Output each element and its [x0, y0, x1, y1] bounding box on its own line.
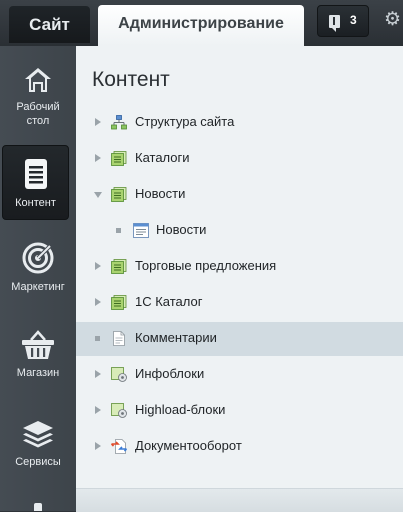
news-list-icon	[133, 223, 149, 238]
expand-arrow-icon[interactable]	[95, 370, 101, 378]
expand-arrow-icon[interactable]	[95, 442, 101, 450]
expand-arrow-icon[interactable]	[95, 298, 101, 306]
expand-arrow-icon[interactable]	[95, 262, 101, 270]
tree-item-comments[interactable]: Комментарии	[76, 322, 403, 356]
infoblock-icon	[111, 403, 127, 418]
catalog-icon	[111, 151, 127, 166]
sidebar-item-shop[interactable]: Магазин	[0, 330, 76, 380]
sidebar-item-label: Магазин	[16, 367, 60, 379]
tab-site[interactable]: Сайт	[9, 6, 90, 43]
news-icon	[111, 187, 127, 202]
expand-arrow-icon[interactable]	[95, 118, 101, 126]
catalog-icon	[111, 295, 127, 310]
sidebar-item-services[interactable]: Сервисы	[0, 419, 76, 469]
sidebar-item-label: Сервисы	[15, 456, 61, 468]
tree-item-news[interactable]: Новости	[76, 214, 403, 248]
tree-item-label: Комментарии	[135, 330, 217, 345]
leaf-bullet-icon	[95, 336, 100, 341]
site-structure-icon	[111, 115, 127, 130]
document-icon	[24, 159, 47, 189]
content-panel: Контент Структура сайта Каталоги Новости	[76, 46, 403, 512]
sidebar: Рабочий стол Контент Маркетинг Магазин С…	[0, 46, 76, 511]
tree-item-label: Каталоги	[135, 150, 190, 165]
notifications-button[interactable]: 3	[317, 5, 369, 37]
sidebar-item-label: Контент	[15, 197, 56, 209]
leaf-bullet-icon	[116, 228, 121, 233]
tree-item-workflow[interactable]: Документооборот	[76, 430, 403, 464]
basket-icon	[22, 330, 54, 359]
sidebar-item-label: Маркетинг	[11, 281, 65, 293]
sidebar-item-content[interactable]: Контент	[2, 145, 69, 220]
infoblock-icon	[111, 367, 127, 382]
tree-item-1c-catalog[interactable]: 1С Каталог	[76, 286, 403, 320]
tree-item-label: Новости	[156, 222, 207, 237]
tree-item-catalogs[interactable]: Каталоги	[76, 142, 403, 176]
sidebar-item-desktop[interactable]: Рабочий стол	[0, 66, 76, 128]
collapse-arrow-icon[interactable]	[94, 192, 102, 198]
expand-arrow-icon[interactable]	[95, 406, 101, 414]
target-icon	[22, 242, 54, 274]
tree-item-label: Highload-блоки	[135, 402, 226, 417]
tree-item-label: Инфоблоки	[135, 366, 205, 381]
tree-item-label: 1С Каталог	[135, 294, 203, 309]
tab-administration[interactable]: Администрирование	[98, 5, 304, 46]
tree-item-label: Новости	[135, 186, 186, 201]
page-title: Контент	[92, 68, 170, 91]
more-indicator	[34, 503, 42, 511]
content-footer	[76, 488, 403, 512]
sidebar-item-label: Рабочий стол	[16, 101, 60, 127]
tree-item-label: Структура сайта	[135, 114, 235, 129]
home-icon	[25, 68, 51, 92]
notification-flag-icon	[329, 15, 340, 32]
tree-item-label: Документооборот	[135, 438, 242, 453]
page-icon	[113, 331, 125, 346]
gear-icon[interactable]: ⚙	[384, 10, 402, 29]
top-bar: Сайт Администрирование 3 ⚙	[0, 0, 403, 46]
tree-item-site-structure[interactable]: Структура сайта	[76, 106, 403, 140]
expand-arrow-icon[interactable]	[95, 154, 101, 162]
notifications-count: 3	[350, 13, 357, 27]
layers-icon	[23, 421, 53, 448]
tree-item-trade-offers[interactable]: Торговые предложения	[76, 250, 403, 284]
tree-item-infoblocks[interactable]: Инфоблоки	[76, 358, 403, 392]
workflow-icon	[111, 439, 127, 454]
tree-item-highload-blocks[interactable]: Highload-блоки	[76, 394, 403, 428]
catalog-icon	[111, 259, 127, 274]
tree-item-news-group[interactable]: Новости	[76, 178, 403, 212]
tree-item-label: Торговые предложения	[135, 258, 277, 273]
sidebar-item-marketing[interactable]: Маркетинг	[0, 242, 76, 294]
